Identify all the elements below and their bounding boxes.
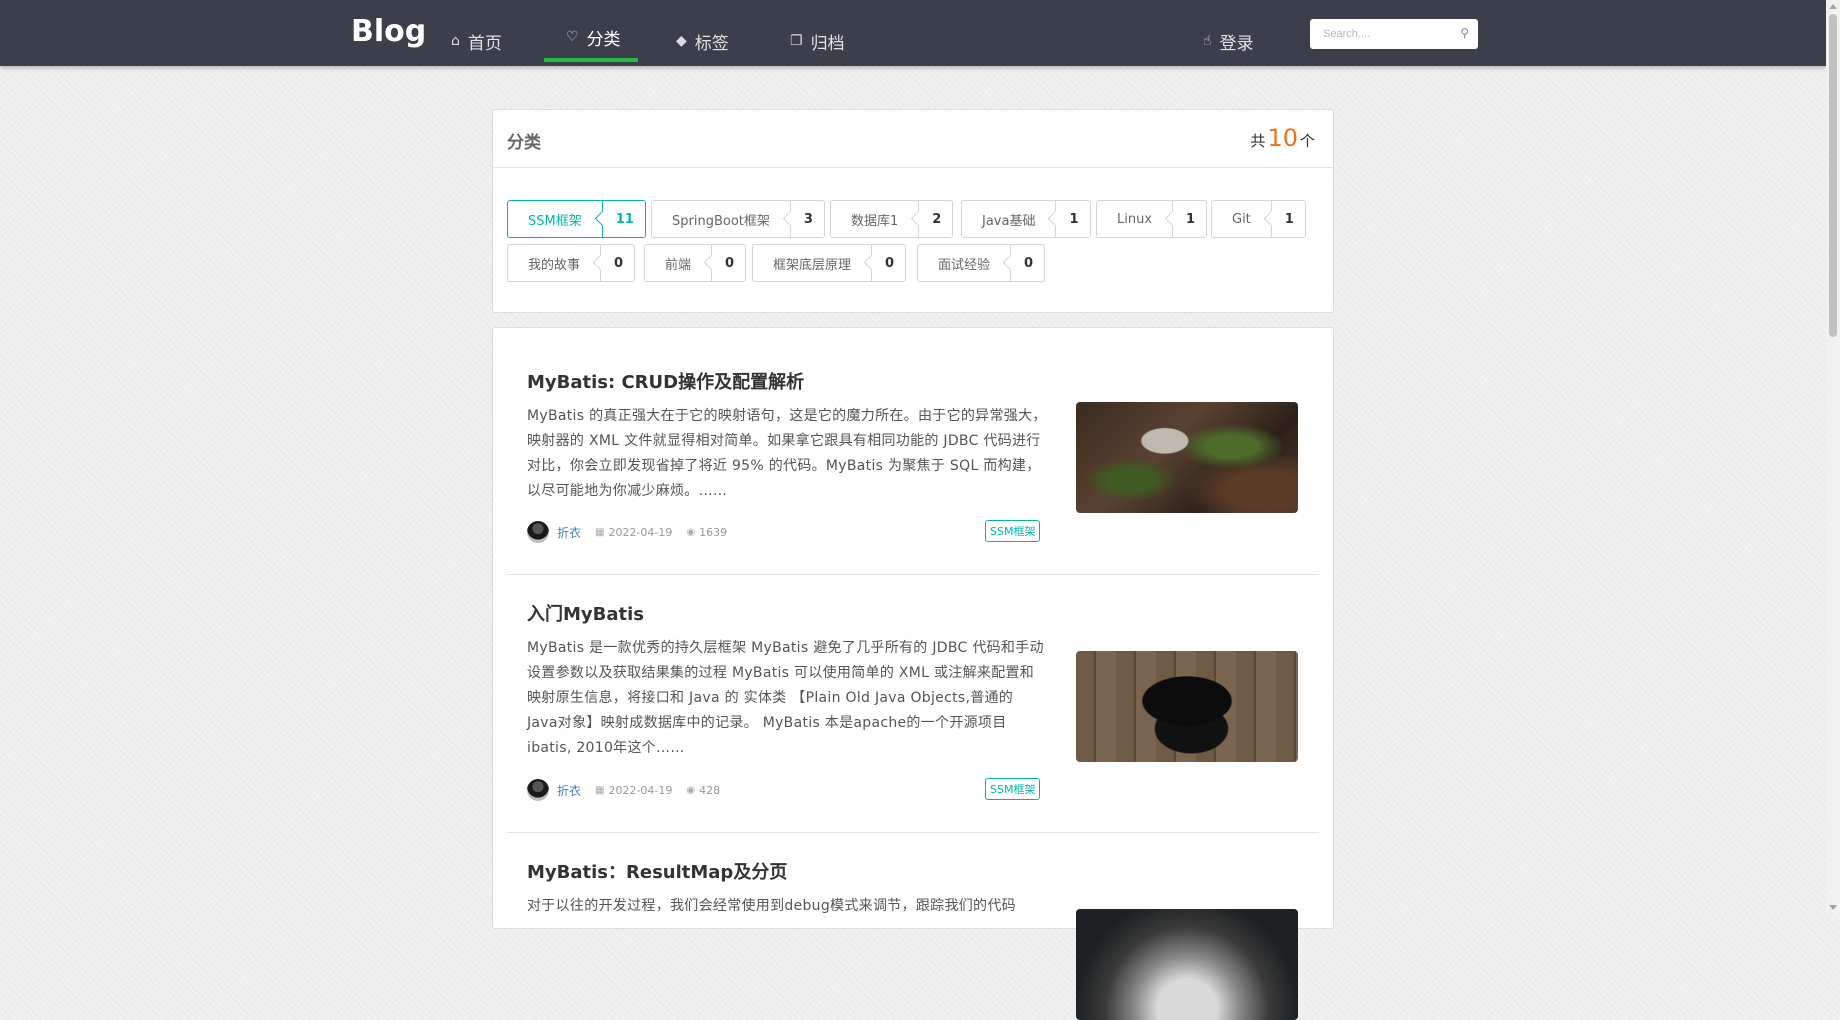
category-tag-label: 面试经验 — [938, 257, 991, 273]
count-number: 10 — [1267, 124, 1298, 152]
article-tag[interactable]: SSM框架 — [985, 520, 1041, 542]
category-tag-frontend[interactable]: 前端 0 — [644, 244, 747, 282]
nav-archive[interactable]: ❐ 归档 — [790, 26, 845, 56]
login-label: 登录 — [1219, 33, 1254, 54]
nav-tags-label: 标签 — [694, 33, 729, 54]
category-title: 分类 — [507, 133, 541, 153]
article-description: 对于以往的开发过程，我们会经常使用到debug模式来调节，跟踪我们的代码 — [527, 898, 1016, 914]
date-text: 2022-04-19 — [608, 783, 673, 797]
category-tag-count: 0 — [600, 245, 634, 281]
category-tag-label: 数据库1 — [851, 213, 899, 229]
article-description: MyBatis 是一款优秀的持久层框架 MyBatis 避免了几乎所有的 JDB… — [527, 640, 1044, 756]
thumbs-up-icon: ☝ — [1203, 33, 1212, 49]
article-list: MyBatis: CRUD操作及配置解析 MyBatis 的真正强大在于它的映射… — [492, 327, 1334, 1020]
lightbulb-icon: ♡ — [566, 29, 579, 45]
category-tag-label: 我的故事 — [528, 257, 581, 273]
avatar[interactable] — [527, 521, 549, 543]
top-navbar: Blog ⌂ 首页 ♡ 分类 ◆ 标签 ❐ 归档 ☝ 登录 ⚲ — [0, 0, 1826, 66]
category-tag-count: 1 — [1172, 201, 1206, 237]
tags-icon: ◆ — [676, 33, 687, 49]
category-tag-label: Linux — [1117, 211, 1153, 227]
category-tag-linux[interactable]: Linux 1 — [1096, 200, 1208, 238]
article-title[interactable]: MyBatis：ResultMap及分页 — [527, 858, 787, 884]
category-tag-database[interactable]: 数据库1 2 — [830, 200, 954, 238]
views: ◉ 1639 — [686, 526, 727, 539]
article-title[interactable]: 入门MyBatis — [527, 600, 644, 626]
category-tag-count: 1 — [1055, 201, 1089, 237]
article-tag[interactable]: SSM框架 — [985, 778, 1041, 800]
views-count: 1639 — [699, 525, 728, 539]
author-link[interactable]: 折衣 — [557, 524, 581, 541]
eye-icon: ◉ — [686, 784, 696, 796]
author-link[interactable]: 折衣 — [557, 782, 581, 799]
article-thumbnail[interactable] — [1076, 402, 1298, 513]
category-tag-count: 0 — [711, 245, 745, 281]
category-tag-java[interactable]: Java基础 1 — [961, 200, 1091, 238]
category-tag-count: 0 — [1010, 245, 1044, 281]
date: ▦ 2022-04-19 — [595, 784, 672, 797]
category-tag-count: 0 — [871, 245, 905, 281]
scroll-down-icon[interactable] — [1829, 905, 1837, 910]
article-meta: 折衣 ▦ 2022-04-19 ◉ 428 — [527, 778, 734, 802]
category-tag-springboot[interactable]: SpringBoot框架 3 — [651, 200, 825, 238]
page-scrollbar[interactable] — [1826, 0, 1840, 914]
article-meta: 折衣 ▦ 2022-04-19 ◉ 1639 — [527, 520, 741, 544]
category-count: 共 10 个 — [1250, 124, 1315, 152]
home-icon: ⌂ — [451, 33, 460, 49]
nav-category[interactable]: ♡ 分类 — [566, 22, 621, 52]
category-tag-ssm[interactable]: SSM框架 11 — [507, 200, 646, 238]
category-tag-framework-internals[interactable]: 框架底层原理 0 — [752, 244, 907, 282]
brand-logo[interactable]: Blog — [351, 14, 426, 49]
category-tag-label: Java基础 — [982, 213, 1036, 229]
count-prefix: 共 — [1250, 132, 1266, 150]
category-tag-interview[interactable]: 面试经验 0 — [917, 244, 1046, 282]
calendar-icon: ▦ — [595, 526, 605, 538]
calendar-icon: ▦ — [595, 784, 605, 796]
category-tag-label: Git — [1232, 211, 1251, 227]
category-tag-label: 框架底层原理 — [773, 257, 852, 273]
nav-home[interactable]: ⌂ 首页 — [451, 26, 502, 56]
category-tag-story[interactable]: 我的故事 0 — [507, 244, 636, 282]
nav-archive-label: 归档 — [810, 33, 845, 54]
category-tag-count: 11 — [601, 201, 645, 237]
category-tag-git[interactable]: Git 1 — [1211, 200, 1306, 238]
clone-icon: ❐ — [790, 33, 803, 49]
scroll-up-icon[interactable] — [1829, 4, 1837, 9]
search-box: ⚲ — [1310, 19, 1478, 49]
eye-icon: ◉ — [686, 526, 696, 538]
search-icon[interactable]: ⚲ — [1460, 26, 1469, 40]
article-thumbnail[interactable] — [1076, 651, 1298, 762]
article-thumbnail[interactable] — [1076, 909, 1298, 1020]
avatar[interactable] — [527, 779, 549, 801]
views-count: 428 — [699, 783, 721, 797]
article-item: MyBatis：ResultMap及分页 对于以往的开发过程，我们会经常使用到d… — [507, 832, 1319, 1020]
category-header: 分类 共 10 个 — [493, 110, 1333, 168]
article-title[interactable]: MyBatis: CRUD操作及配置解析 — [527, 368, 804, 394]
nav-tags[interactable]: ◆ 标签 — [676, 26, 729, 56]
active-nav-indicator — [544, 58, 638, 62]
category-tag-count: 2 — [918, 201, 952, 237]
category-panel: 分类 共 10 个 SSM框架 11 SpringBoot框架 3 数据库1 2… — [492, 109, 1334, 313]
nav-category-label: 分类 — [586, 29, 621, 50]
category-tag-count: 3 — [789, 201, 824, 237]
article-description: MyBatis 的真正强大在于它的映射语句，这是它的魔力所在。由于它的异常强大，… — [527, 408, 1047, 499]
category-tag-label: SSM框架 — [528, 213, 582, 229]
login-button[interactable]: ☝ 登录 — [1203, 26, 1254, 56]
category-tag-label: 前端 — [665, 257, 692, 273]
scrollbar-thumb[interactable] — [1829, 14, 1837, 337]
category-tag-count: 1 — [1270, 201, 1305, 237]
date: ▦ 2022-04-19 — [595, 526, 672, 539]
category-tag-label: SpringBoot框架 — [672, 213, 770, 229]
search-input[interactable] — [1321, 27, 1465, 41]
count-suffix: 个 — [1299, 132, 1315, 150]
nav-home-label: 首页 — [467, 33, 502, 54]
article-item: 入门MyBatis MyBatis 是一款优秀的持久层框架 MyBatis 避免… — [507, 574, 1319, 833]
views: ◉ 428 — [686, 784, 720, 797]
date-text: 2022-04-19 — [608, 525, 673, 539]
article-item: MyBatis: CRUD操作及配置解析 MyBatis 的真正强大在于它的映射… — [507, 328, 1319, 575]
